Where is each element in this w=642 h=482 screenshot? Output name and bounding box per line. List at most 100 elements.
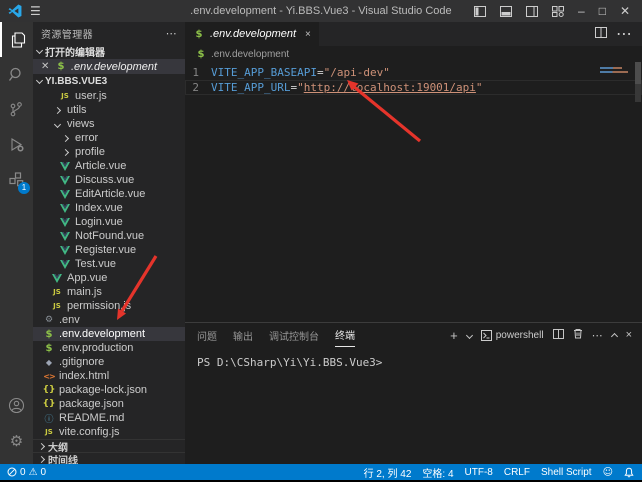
code-token: VITE_APP_URL [211, 81, 290, 94]
tree-item-EditArticle.vue[interactable]: EditArticle.vue [33, 187, 185, 201]
code-lines: 1VITE_APP_BASEAPI="/api-dev"2VITE_APP_UR… [185, 65, 642, 95]
toggle-panel-icon[interactable] [500, 6, 512, 17]
chevron-down-icon [36, 47, 43, 54]
tree-item-vite.config.js[interactable]: JSvite.config.js [33, 425, 185, 439]
tree-item-Login.vue[interactable]: Login.vue [33, 215, 185, 229]
split-terminal-icon[interactable] [553, 329, 564, 342]
html-icon: <> [43, 372, 55, 381]
vue-icon [59, 218, 71, 227]
panel-tab-输出[interactable]: 输出 [233, 323, 253, 347]
tree-item-package-lock.json[interactable]: {}package-lock.json [33, 383, 185, 397]
terminal-output[interactable]: PS D:\CSharp\Yi\Yi.BBS.Vue3> [185, 347, 642, 369]
chevron-down-icon [54, 120, 61, 127]
encoding-status[interactable]: UTF-8 [465, 467, 493, 478]
tree-item-Discuss.vue[interactable]: Discuss.vue [33, 173, 185, 187]
project-section[interactable]: YI.BBS.VUE3 [33, 74, 185, 89]
close-panel-icon[interactable]: × [626, 329, 632, 341]
language-mode[interactable]: Shell Script [541, 467, 592, 478]
problems-status[interactable]: 0 ⚠ 0 [7, 467, 46, 478]
tree-item-package.json[interactable]: {}package.json [33, 397, 185, 411]
tab-close-icon[interactable]: × [305, 29, 311, 40]
close-icon[interactable]: ✕ [41, 61, 51, 72]
window-title: .env.development - Yi.BBS.Vue3 - Visual … [190, 5, 452, 17]
breadcrumb[interactable]: $ .env.development [185, 46, 642, 62]
editor-scrollbar[interactable] [634, 62, 642, 122]
vue-icon [51, 274, 63, 283]
tree-item-views[interactable]: views [33, 117, 185, 131]
file-tree: JSuser.jsutilsviewserrorprofileArticle.v… [33, 89, 185, 439]
tree-item-error[interactable]: error [33, 131, 185, 145]
tree-item-user.js[interactable]: JSuser.js [33, 89, 185, 103]
tree-item-utils[interactable]: utils [33, 103, 185, 117]
panel-tab-终端[interactable]: 终端 [335, 323, 355, 347]
feedback-icon[interactable]: ☺ [603, 467, 613, 478]
git-icon: ◆ [43, 358, 55, 367]
customize-layout-icon[interactable] [552, 6, 564, 17]
new-terminal-icon[interactable]: + [450, 328, 458, 343]
tree-item-main.js[interactable]: JSmain.js [33, 285, 185, 299]
tree-item-README.md[interactable]: ⓘREADME.md [33, 411, 185, 425]
warning-icon: ⚠ [29, 467, 38, 478]
tree-item-.gitignore[interactable]: ◆.gitignore [33, 355, 185, 369]
menu-icon[interactable]: ☰ [30, 4, 41, 18]
vue-icon [59, 204, 71, 213]
tree-item-.env.development[interactable]: $.env.development [33, 327, 185, 341]
tree-item-Index.vue[interactable]: Index.vue [33, 201, 185, 215]
indentation-status[interactable]: 空格: 4 [422, 465, 453, 480]
eol-status[interactable]: CRLF [504, 467, 530, 478]
minimize-button[interactable]: – [578, 4, 585, 18]
cursor-position[interactable]: 行 2, 列 42 [364, 465, 412, 480]
timeline-section[interactable]: 时间线 [33, 452, 185, 464]
code-line-2[interactable]: 2VITE_APP_URL="http://localhost:19001/ap… [185, 80, 642, 95]
editor-more-icon[interactable]: ⋯ [616, 24, 632, 44]
tab-env-development[interactable]: $ .env.development × [185, 22, 319, 46]
toggle-secondary-sidebar-icon[interactable] [526, 6, 538, 17]
code-editor[interactable]: 1VITE_APP_BASEAPI="/api-dev"2VITE_APP_UR… [185, 62, 642, 322]
open-editors-section[interactable]: 打开的编辑器 [33, 44, 185, 59]
extensions-icon[interactable]: 1 [0, 162, 33, 197]
source-control-icon[interactable] [0, 92, 33, 127]
terminal-dropdown-icon[interactable] [466, 331, 473, 338]
tree-item-.env.production[interactable]: $.env.production [33, 341, 185, 355]
tree-item-Test.vue[interactable]: Test.vue [33, 257, 185, 271]
search-icon[interactable] [0, 57, 33, 92]
outline-section[interactable]: 大纲 [33, 439, 185, 452]
vue-icon [59, 246, 71, 255]
toggle-sidebar-icon[interactable] [474, 6, 486, 17]
panel-tab-问题[interactable]: 问题 [197, 323, 217, 347]
chevron-right-icon [54, 106, 61, 113]
code-token: = [290, 81, 297, 94]
terminal-profile[interactable]: powershell [481, 330, 544, 341]
close-button[interactable]: ✕ [620, 4, 630, 18]
run-debug-icon[interactable] [0, 127, 33, 162]
js-icon: JS [51, 288, 63, 296]
tree-item-App.vue[interactable]: App.vue [33, 271, 185, 285]
account-icon[interactable] [0, 388, 33, 423]
panel-more-icon[interactable]: ⋯ [592, 329, 603, 342]
tree-item-Register.vue[interactable]: Register.vue [33, 243, 185, 257]
split-editor-icon[interactable] [595, 25, 607, 43]
explorer-icon[interactable] [0, 22, 33, 57]
open-editor-item[interactable]: ✕ $ .env.development [33, 59, 185, 74]
sidebar-more-icon[interactable]: ⋯ [166, 27, 177, 40]
maximize-button[interactable]: □ [599, 4, 606, 18]
maximize-panel-icon[interactable] [611, 333, 618, 340]
tree-item-Article.vue[interactable]: Article.vue [33, 159, 185, 173]
config-gear-icon: ⚙ [43, 315, 55, 325]
settings-gear-icon[interactable]: ⚙ [0, 423, 33, 458]
panel-tab-调试控制台[interactable]: 调试控制台 [269, 323, 319, 347]
shell-file-icon: $ [43, 329, 55, 340]
code-line-1[interactable]: 1VITE_APP_BASEAPI="/api-dev" [185, 65, 642, 80]
tree-item-NotFound.vue[interactable]: NotFound.vue [33, 229, 185, 243]
minimap[interactable] [600, 65, 630, 115]
notifications-bell-icon[interactable] [624, 467, 634, 478]
tree-item-index.html[interactable]: <>index.html [33, 369, 185, 383]
tree-item-.env[interactable]: ⚙.env [33, 313, 185, 327]
vue-icon [59, 260, 71, 269]
code-token: = [317, 66, 324, 79]
tree-item-profile[interactable]: profile [33, 145, 185, 159]
explorer-sidebar: 资源管理器 ⋯ 打开的编辑器 ✕ $ .env.development YI.B… [33, 22, 185, 464]
url-link[interactable]: http://localhost:19001/api [304, 81, 476, 94]
kill-terminal-icon[interactable] [573, 328, 583, 342]
tree-item-permission.js[interactable]: JSpermission.js [33, 299, 185, 313]
